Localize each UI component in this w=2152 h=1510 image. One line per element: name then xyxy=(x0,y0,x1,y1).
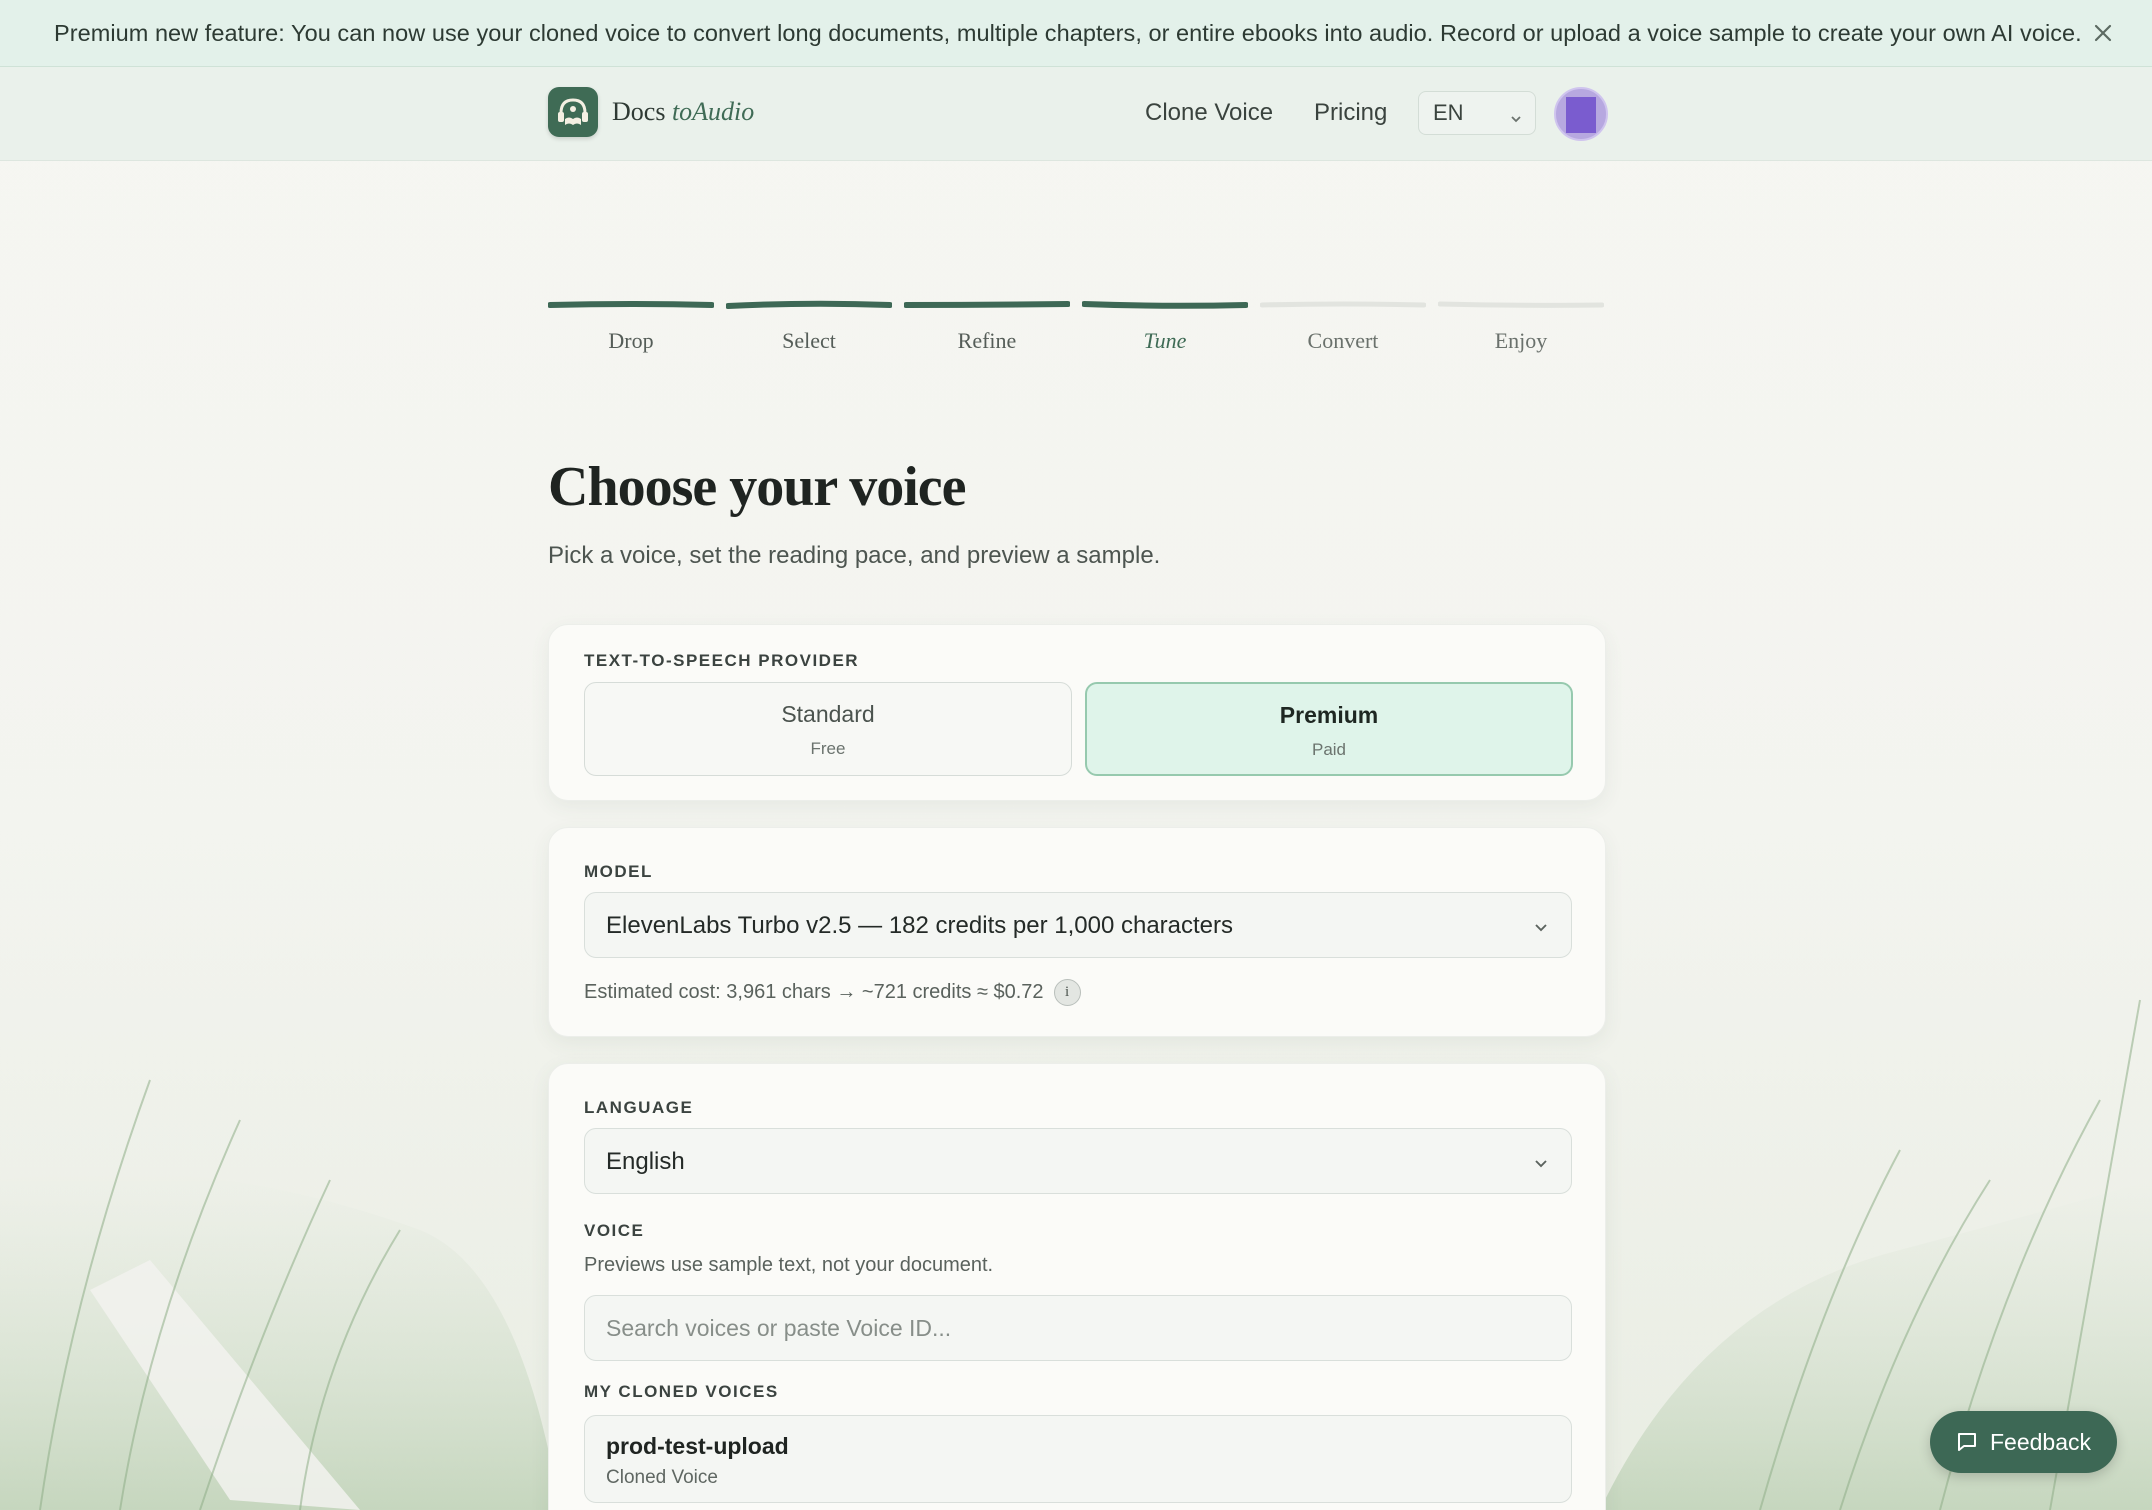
announcement-banner: Premium new feature: You can now use you… xyxy=(0,0,2152,67)
step-select-bar xyxy=(726,300,892,309)
step-convert[interactable]: Convert xyxy=(1260,300,1426,354)
provider-option-sub: Free xyxy=(810,739,846,758)
step-drop-bar xyxy=(548,301,714,308)
logo[interactable]: Docs toAudio xyxy=(548,87,754,137)
step-refine-label: Refine xyxy=(957,328,1017,353)
nav-pricing[interactable]: Pricing xyxy=(1314,99,1387,127)
language-select-value: English xyxy=(606,1148,685,1175)
step-drop-label: Drop xyxy=(608,328,654,353)
chevron-down-icon xyxy=(1509,106,1523,132)
voice-helper-text: Previews use sample text, not your docum… xyxy=(584,1254,994,1276)
provider-option-standard[interactable]: Standard Free xyxy=(584,682,1072,776)
site-header: Docs toAudio Clone Voice Pricing EN xyxy=(0,67,2152,161)
step-drop[interactable]: Drop xyxy=(548,300,714,354)
banner-message: Premium new feature: You can now use you… xyxy=(54,19,2082,46)
nav-clone-voice[interactable]: Clone Voice xyxy=(1145,99,1273,127)
step-enjoy-label: Enjoy xyxy=(1494,328,1548,353)
chat-bubble-icon xyxy=(1956,1431,1978,1453)
step-convert-bar xyxy=(1260,301,1426,308)
language-select[interactable]: English xyxy=(584,1128,1572,1194)
provider-option-name: Standard xyxy=(781,701,875,727)
cloned-voice-item[interactable]: prod-test-upload Cloned Voice xyxy=(584,1415,1572,1503)
user-avatar[interactable] xyxy=(1554,87,1608,141)
model-section-label: MODEL xyxy=(584,862,653,881)
step-tune-label: Tune xyxy=(1143,328,1187,353)
progress-stepper: Drop Select Refine Tune Convert Enjoy xyxy=(548,300,1606,370)
page-subtitle: Pick a voice, set the reading pace, and … xyxy=(548,542,1161,569)
model-select-value: ElevenLabs Turbo v2.5 — 182 credits per … xyxy=(606,912,1234,939)
step-select[interactable]: Select xyxy=(726,300,892,354)
step-convert-label: Convert xyxy=(1307,328,1379,353)
page-title: Choose your voice xyxy=(548,456,966,518)
voice-search-input[interactable] xyxy=(584,1295,1572,1361)
cloned-voice-name: prod-test-upload xyxy=(606,1433,789,1459)
model-card: MODEL ElevenLabs Turbo v2.5 — 182 credit… xyxy=(548,827,1606,1037)
provider-option-name: Premium xyxy=(1279,702,1379,728)
headphones-book-icon xyxy=(548,87,598,137)
provider-card: TEXT-TO-SPEECH PROVIDER Standard Free Pr… xyxy=(548,624,1606,801)
cloned-voice-type: Cloned Voice xyxy=(606,1467,718,1488)
close-icon[interactable] xyxy=(2088,18,2118,48)
provider-option-sub: Paid xyxy=(1311,740,1347,759)
voice-card: LANGUAGE English VOICE Previews use samp… xyxy=(548,1063,1606,1510)
chevron-down-icon xyxy=(1533,1155,1549,1176)
cloned-voices-label: MY CLONED VOICES xyxy=(584,1382,779,1401)
language-section-label: LANGUAGE xyxy=(584,1098,694,1117)
estimated-cost-text: Estimated cost: 3,961 chars → ~721 credi… xyxy=(584,981,1044,1003)
step-refine[interactable]: Refine xyxy=(904,300,1070,354)
provider-option-premium[interactable]: Premium Paid xyxy=(1085,682,1573,776)
voice-section-label: VOICE xyxy=(584,1221,645,1240)
step-enjoy-bar xyxy=(1438,301,1604,308)
step-refine-bar xyxy=(904,301,1070,308)
step-select-label: Select xyxy=(782,328,836,353)
feedback-button[interactable]: Feedback xyxy=(1930,1411,2117,1473)
step-enjoy[interactable]: Enjoy xyxy=(1438,300,1604,354)
model-select[interactable]: ElevenLabs Turbo v2.5 — 182 credits per … xyxy=(584,892,1572,958)
provider-section-label: TEXT-TO-SPEECH PROVIDER xyxy=(584,651,860,670)
chevron-down-icon xyxy=(1533,919,1549,940)
info-icon[interactable]: i xyxy=(1053,979,1081,1006)
estimated-cost: Estimated cost: 3,961 chars → ~721 credi… xyxy=(584,979,1081,1006)
language-switcher[interactable]: EN xyxy=(1418,91,1536,135)
step-tune-bar xyxy=(1082,301,1248,309)
logo-wordmark: Docs toAudio xyxy=(612,97,755,126)
step-tune[interactable]: Tune xyxy=(1082,300,1248,354)
language-switcher-value: EN xyxy=(1433,100,1464,125)
feedback-label: Feedback xyxy=(1989,1428,2091,1455)
